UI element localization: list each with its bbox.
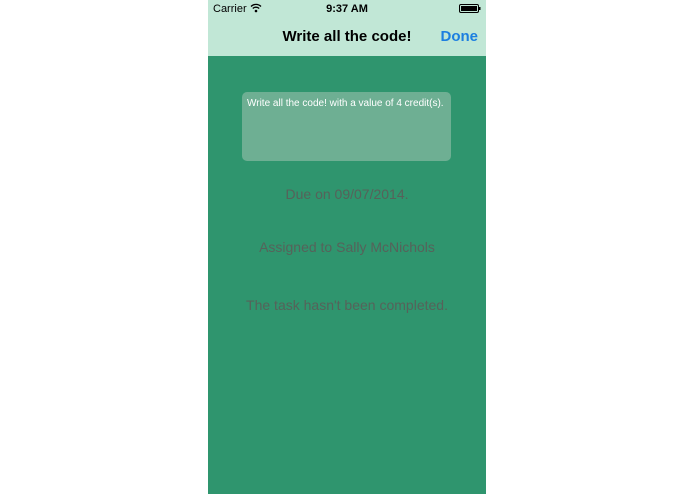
navigation-bar: Write all the code! Done (208, 18, 486, 56)
phone-screen: Carrier 9:37 AM Write all the code! Done… (208, 0, 486, 494)
done-button[interactable]: Done (441, 28, 479, 45)
completion-status-label: The task hasn't been completed. (246, 297, 448, 313)
task-description-field[interactable]: Write all the code! with a value of 4 cr… (242, 92, 451, 161)
battery-icon (459, 4, 481, 13)
status-bar: Carrier 9:37 AM (208, 0, 486, 18)
assignee-label: Assigned to Sally McNichols (259, 239, 435, 255)
task-detail-content: Write all the code! with a value of 4 cr… (208, 56, 486, 494)
status-time: 9:37 AM (326, 3, 368, 15)
due-date-label: Due on 09/07/2014. (285, 186, 409, 202)
